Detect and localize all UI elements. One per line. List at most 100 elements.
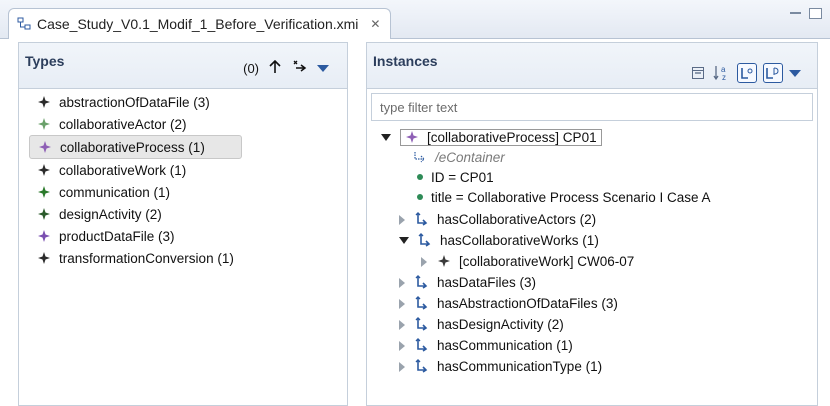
diamond-icon	[37, 163, 51, 177]
show-attributes-icon[interactable]	[737, 63, 757, 83]
type-list-item[interactable]: communication (1)	[29, 181, 242, 203]
type-list-item-label: productDataFile (3)	[59, 228, 175, 244]
tree-node-attribute-title[interactable]: title = Collaborative Process Scenario I…	[417, 187, 711, 207]
collapse-hierarchy-icon[interactable]	[291, 59, 307, 77]
type-list-item-label: collaborativeActor (2)	[59, 116, 187, 132]
view-menu-icon[interactable]	[317, 64, 329, 72]
attribute-dot-icon	[417, 174, 423, 180]
reference-arrow-icon	[415, 338, 429, 352]
tab-title: Case_Study_V0.1_Modif_1_Before_Verificat…	[37, 16, 359, 32]
type-list-item-label: transformationConversion (1)	[59, 250, 234, 266]
diamond-icon	[37, 185, 51, 199]
tree-node-reference[interactable]: hasCommunicationType (1)	[399, 356, 602, 376]
reference-label: hasCollaborativeActors (2)	[437, 211, 597, 227]
type-list-item[interactable]: transformationConversion (1)	[29, 247, 242, 269]
type-list-item[interactable]: abstractionOfDataFile (3)	[29, 91, 242, 113]
types-pane-header: Types (0)	[18, 42, 348, 89]
collapse-toggle-icon[interactable]	[399, 214, 405, 225]
tree-node-child-instance[interactable]: [collaborativeWork] CW06-07	[421, 251, 634, 271]
types-toolbar: (0)	[243, 59, 329, 77]
tree-root-node[interactable]: [collaborativeProcess] CP01	[381, 127, 602, 147]
attribute-id-label: ID = CP01	[431, 169, 494, 185]
collapse-toggle-icon[interactable]	[399, 340, 405, 351]
root-node-box: [collaborativeProcess] CP01	[400, 128, 602, 146]
up-arrow-icon[interactable]	[269, 59, 281, 76]
type-list-item[interactable]: productDataFile (3)	[29, 225, 242, 247]
reference-label: hasAbstractionOfDataFiles (3)	[437, 295, 618, 311]
instances-toolbar: a z	[689, 63, 801, 83]
minimize-button[interactable]	[790, 12, 801, 15]
tab-bar: Case_Study_V0.1_Modif_1_Before_Verificat…	[0, 0, 830, 39]
tree-node-reference[interactable]: hasAbstractionOfDataFiles (3)	[399, 293, 618, 313]
reference-arrow-icon	[415, 296, 429, 310]
reference-label: hasDataFiles (3)	[437, 274, 537, 290]
close-icon[interactable]: ✕	[370, 17, 380, 31]
reference-label: hasCommunication (1)	[437, 337, 573, 353]
attribute-dot-icon	[417, 194, 423, 200]
reference-arrow-icon	[415, 275, 429, 289]
collapse-toggle-icon[interactable]	[399, 319, 405, 330]
container-ref-icon	[413, 150, 427, 164]
filter-input[interactable]	[378, 98, 806, 116]
reference-arrow-icon	[415, 359, 429, 373]
type-list-item[interactable]: collaborativeActor (2)	[29, 113, 242, 135]
tree-node-reference[interactable]: hasCollaborativeActors (2)	[399, 209, 596, 229]
maximize-button[interactable]	[809, 8, 822, 19]
root-node-label: [collaborativeProcess] CP01	[427, 129, 597, 145]
tree-node-reference[interactable]: hasCommunication (1)	[399, 335, 573, 355]
types-title: Types	[25, 53, 65, 69]
collapse-toggle-icon[interactable]	[399, 361, 405, 372]
diamond-icon	[38, 140, 52, 154]
selection-count: (0)	[243, 60, 259, 76]
type-list-item[interactable]: collaborativeWork (1)	[29, 159, 242, 181]
collapse-all-icon[interactable]	[689, 64, 707, 82]
expand-toggle-icon[interactable]	[381, 134, 391, 141]
type-list-item-label: designActivity (2)	[59, 206, 162, 222]
types-list-area: abstractionOfDataFile (3) collaborativeAc…	[18, 88, 348, 406]
expand-toggle-icon[interactable]	[399, 237, 409, 244]
svg-text:z: z	[722, 73, 726, 82]
type-list-item-label: collaborativeProcess (1)	[60, 139, 205, 155]
editor-tab[interactable]: Case_Study_V0.1_Modif_1_Before_Verificat…	[8, 8, 392, 39]
reference-label: hasCollaborativeWorks (1)	[440, 232, 599, 248]
type-list-item-label: communication (1)	[59, 184, 171, 200]
diamond-icon	[37, 251, 51, 265]
diamond-icon	[37, 229, 51, 243]
tree-node-reference[interactable]: hasDesignActivity (2)	[399, 314, 564, 334]
instances-pane: Instances a z type filter text [collabor…	[366, 42, 818, 406]
child-instance-label: [collaborativeWork] CW06-07	[459, 253, 635, 269]
type-list-item[interactable]: collaborativeProcess (1)	[29, 135, 242, 159]
diamond-icon	[437, 254, 451, 268]
show-references-icon[interactable]	[763, 63, 783, 83]
reference-label: hasCommunicationType (1)	[437, 358, 603, 374]
tree-node-reference[interactable]: hasDataFiles (3)	[399, 272, 536, 292]
reference-arrow-icon	[418, 233, 432, 247]
filter-field[interactable]	[371, 93, 813, 121]
types-pane: Types (0) abstractionOfDataFile (3) colla…	[18, 42, 348, 406]
tree-node-attribute-id[interactable]: ID = CP01	[417, 167, 494, 187]
window-controls	[790, 8, 822, 19]
type-list-item[interactable]: designActivity (2)	[29, 203, 242, 225]
reference-arrow-icon	[415, 212, 429, 226]
collapse-toggle-icon[interactable]	[399, 277, 405, 288]
collapse-toggle-icon[interactable]	[421, 256, 427, 267]
tree-node-reference[interactable]: hasCollaborativeWorks (1)	[399, 230, 599, 250]
editor-window: Case_Study_V0.1_Modif_1_Before_Verificat…	[0, 0, 830, 406]
econtainer-label: /eContainer	[435, 149, 505, 165]
xmi-file-icon	[17, 17, 31, 31]
diamond-icon	[405, 130, 419, 144]
tree-node-econtainer[interactable]: /eContainer	[413, 147, 505, 167]
diamond-icon	[37, 95, 51, 109]
reference-arrow-icon	[415, 317, 429, 331]
view-menu-icon[interactable]	[789, 69, 801, 77]
instances-pane-header: Instances a z	[366, 42, 818, 89]
attribute-title-label: title = Collaborative Process Scenario I…	[431, 189, 711, 205]
diamond-icon	[37, 207, 51, 221]
collapse-toggle-icon[interactable]	[399, 298, 405, 309]
instances-title: Instances	[373, 53, 438, 69]
type-list-item-label: collaborativeWork (1)	[59, 162, 187, 178]
sort-alphabetical-icon[interactable]: a z	[713, 64, 731, 82]
instances-tree: [collaborativeProcess] CP01 /eContainer	[375, 127, 809, 405]
types-list: abstractionOfDataFile (3) collaborativeAc…	[29, 91, 242, 269]
reference-label: hasDesignActivity (2)	[437, 316, 564, 332]
